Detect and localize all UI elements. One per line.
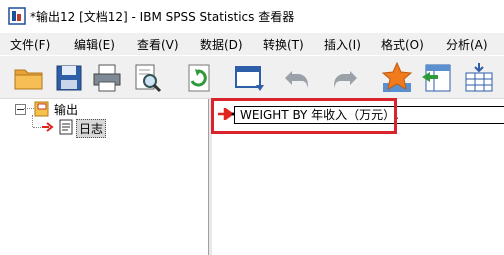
menu-insert[interactable]: 插入(I) xyxy=(324,36,361,53)
print-preview-icon[interactable] xyxy=(130,61,164,95)
goto-data-icon[interactable] xyxy=(380,61,414,95)
current-item-arrow-icon xyxy=(42,122,54,132)
toolbar xyxy=(0,56,504,99)
open-folder-icon[interactable] xyxy=(12,61,46,95)
recall-dialog-icon[interactable] xyxy=(232,61,266,95)
menu-data[interactable]: 数据(D) xyxy=(200,36,243,53)
tree-connector xyxy=(24,108,34,110)
menu-file[interactable]: 文件(F) xyxy=(10,36,50,53)
menu-view[interactable]: 查看(V) xyxy=(137,36,179,53)
output-book-icon xyxy=(34,101,49,117)
print-icon[interactable] xyxy=(90,61,124,95)
highlight-annotation xyxy=(211,98,397,134)
menu-format[interactable]: 格式(O) xyxy=(381,36,424,53)
undo-icon[interactable] xyxy=(282,61,316,95)
menu-edit[interactable]: 编辑(E) xyxy=(74,36,115,53)
redo-icon[interactable] xyxy=(326,61,360,95)
outline-root-output[interactable]: 输出 xyxy=(54,101,78,118)
export-icon[interactable] xyxy=(182,61,216,95)
outline-item-log[interactable]: 日志 xyxy=(76,119,107,138)
spss-app-icon xyxy=(8,7,26,25)
window-title: *输出12 [文档12] - IBM SPSS Statistics 查看器 xyxy=(30,10,295,24)
insert-table-icon[interactable] xyxy=(462,61,496,95)
title-bar: *输出12 [文档12] - IBM SPSS Statistics 查看器 xyxy=(0,0,504,32)
menu-analyze[interactable]: 分析(A) xyxy=(446,36,488,53)
goto-variable-icon[interactable] xyxy=(420,61,454,95)
save-icon[interactable] xyxy=(52,61,86,95)
log-page-icon xyxy=(59,119,73,135)
menu-bar: 文件(F) 编辑(E) 查看(V) 数据(D) 转换(T) 插入(I) 格式(O… xyxy=(0,33,504,55)
menu-transform[interactable]: 转换(T) xyxy=(263,36,304,53)
